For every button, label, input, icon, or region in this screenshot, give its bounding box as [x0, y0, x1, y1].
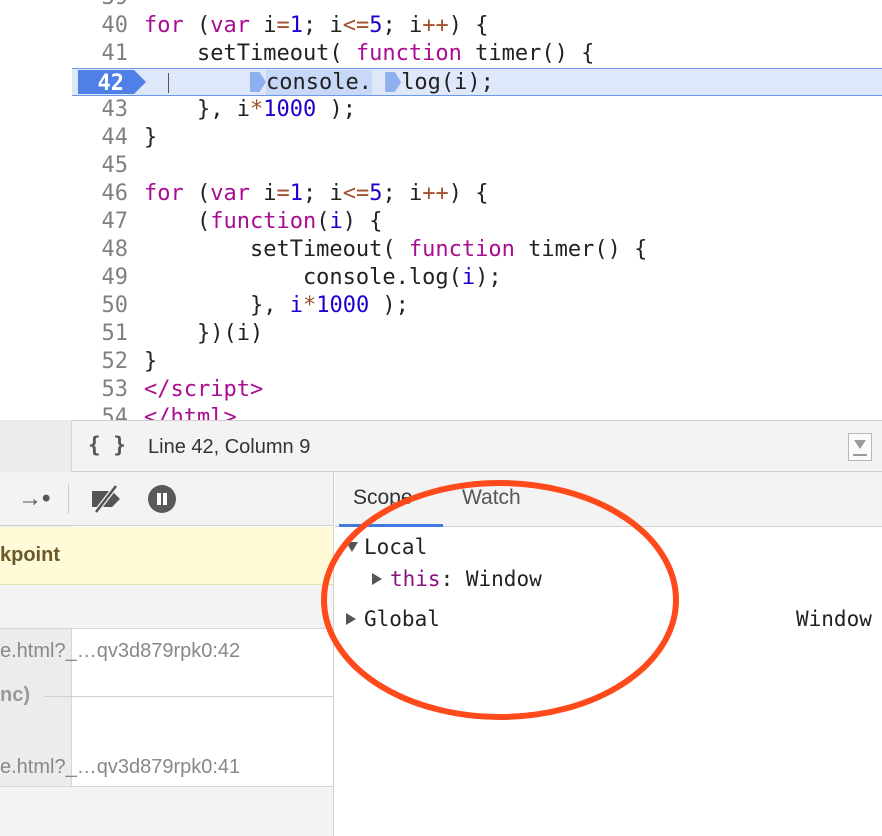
scope-global-row[interactable]: Global	[346, 607, 440, 631]
scope-local-label: Local	[364, 535, 428, 559]
code-text: for (var i=1; i<=5; i++) {	[144, 13, 489, 38]
call-frame-location[interactable]: e.html?_…qv3d879rpk0:42	[0, 640, 240, 663]
scope-property-name: this	[390, 567, 441, 591]
code-editor[interactable]: 3940for (var i=1; i<=5; i++) {41 setTime…	[0, 0, 882, 420]
breakpoint-marker[interactable]: 42	[78, 70, 146, 96]
code-text: })(i)	[144, 321, 264, 346]
code-text: setTimeout( function timer() {	[144, 237, 648, 262]
scope-global-label: Global	[364, 607, 440, 631]
cursor-position: Line 42, Column 9	[148, 436, 311, 458]
scope-this-row[interactable]: this: Window	[372, 567, 542, 591]
line-number[interactable]: 51	[72, 320, 129, 348]
step-icon[interactable]: →•	[18, 484, 50, 514]
code-text: }, i*1000 );	[144, 97, 356, 122]
tab-watch[interactable]: Watch	[462, 486, 521, 510]
code-text: console. log(i);	[144, 69, 494, 97]
code-text: for (var i=1; i<=5; i++) {	[144, 181, 489, 206]
line-number[interactable]: 39	[72, 0, 129, 12]
code-text: </html>	[144, 405, 237, 420]
line-number[interactable]: 43	[72, 96, 129, 124]
line-number[interactable]: 48	[72, 236, 129, 264]
line-number[interactable]: 52	[72, 348, 129, 376]
code-line[interactable]: 49 console.log(i);	[72, 264, 882, 292]
sidebar-section-header[interactable]	[0, 787, 334, 836]
code-line[interactable]: 46 for (var i=1; i<=5; i++) {	[72, 180, 882, 208]
code-line[interactable]: 40 for (var i=1; i<=5; i++) {	[72, 12, 882, 40]
collapse-triangle-icon[interactable]	[346, 542, 358, 552]
editor-status-bar: { } Line 42, Column 9	[72, 420, 882, 472]
code-line[interactable]: 39	[72, 0, 882, 12]
code-line[interactable]: 47 (function(i) {	[72, 208, 882, 236]
code-line[interactable]: 50 }, i*1000 );	[72, 292, 882, 320]
async-divider	[44, 696, 334, 697]
code-text: </script>	[144, 377, 264, 402]
line-number[interactable]: 47	[72, 208, 129, 236]
line-number[interactable]: 54	[72, 404, 129, 420]
code-text: }, i*1000 );	[144, 293, 409, 318]
scope-property-colon: :	[440, 567, 466, 591]
code-text: }	[144, 349, 158, 374]
code-text: (function(i) {	[144, 209, 383, 234]
code-line[interactable]: 44}	[72, 124, 882, 152]
line-number[interactable]: 46	[72, 180, 129, 208]
code-line[interactable]: 43 }, i*1000 );	[72, 96, 882, 124]
line-number[interactable]: 41	[72, 40, 129, 68]
code-text: setTimeout( function timer() {	[144, 41, 595, 66]
code-line-current[interactable]: 42 console. log(i);	[72, 68, 882, 96]
toolbar-divider	[68, 484, 69, 514]
pretty-print-button[interactable]: { }	[88, 433, 126, 457]
line-number[interactable]: 44	[72, 124, 129, 152]
scope-property-value: Window	[465, 567, 542, 591]
line-number[interactable]: 53	[72, 376, 129, 404]
code-line[interactable]: 54 </html>	[72, 404, 882, 420]
debugger-toolbar: →•	[0, 472, 334, 526]
line-number[interactable]: 50	[72, 292, 129, 320]
paused-on-breakpoint-banner: kpoint	[0, 527, 334, 585]
expand-triangle-icon[interactable]	[346, 613, 356, 625]
scope-global-value: Window	[796, 607, 872, 631]
toggle-drawer-icon[interactable]	[848, 433, 872, 461]
line-number[interactable]: 49	[72, 264, 129, 292]
code-text: }	[144, 125, 158, 150]
tab-scope[interactable]: Scope	[353, 486, 413, 510]
code-line[interactable]: 53 </script>	[72, 376, 882, 404]
call-stack-header[interactable]	[0, 585, 334, 629]
async-label: nc)	[0, 684, 30, 706]
paused-status-text: kpoint	[0, 544, 60, 566]
code-line[interactable]: 51 })(i)	[72, 320, 882, 348]
active-tab-indicator	[339, 524, 443, 527]
scope-local-row[interactable]: Local	[346, 535, 427, 559]
code-text: console.log(i);	[144, 265, 502, 290]
scope-tabbar: Scope Watch	[335, 472, 882, 527]
code-line[interactable]: 52}	[72, 348, 882, 376]
code-line[interactable]: 45	[72, 152, 882, 180]
call-frame-location[interactable]: e.html?_…qv3d879rpk0:41	[0, 756, 240, 779]
deactivate-breakpoints-icon[interactable]	[88, 484, 124, 514]
code-line[interactable]: 48 setTimeout( function timer() {	[72, 236, 882, 264]
async-separator: nc)	[0, 682, 334, 708]
expand-triangle-icon[interactable]	[372, 573, 382, 585]
code-line[interactable]: 41 setTimeout( function timer() {	[72, 40, 882, 68]
pause-icon[interactable]	[148, 485, 176, 513]
line-number[interactable]: 45	[72, 152, 129, 180]
line-number[interactable]: 40	[72, 12, 129, 40]
